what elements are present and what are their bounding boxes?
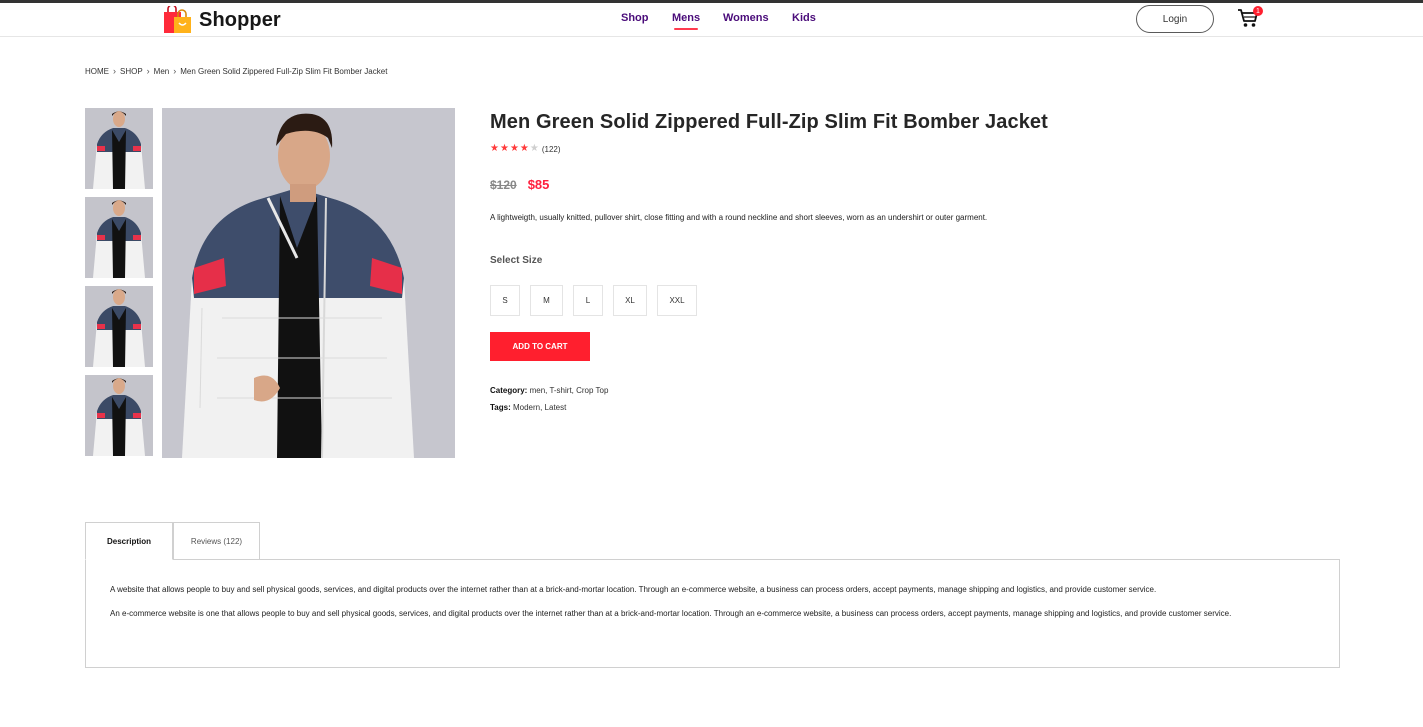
add-to-cart-button[interactable]: ADD TO CART <box>490 332 590 361</box>
product-short-description: A lightweigth, usually knitted, pullover… <box>490 213 988 222</box>
nav-link-womens[interactable]: Womens <box>723 12 769 24</box>
star-filled-icon: ★ <box>490 143 499 154</box>
product-title: Men Green Solid Zippered Full-Zip Slim F… <box>490 111 1048 133</box>
star-filled-icon: ★ <box>519 143 529 154</box>
breadcrumb-home[interactable]: HOME <box>85 67 109 76</box>
thumbnail-list <box>85 108 153 464</box>
nav-link-shop[interactable]: Shop <box>621 12 649 24</box>
size-label: Select Size <box>490 255 543 266</box>
tab-reviews[interactable]: Reviews (122) <box>173 522 260 560</box>
description-paragraph: An e-commerce website is one that allows… <box>110 609 1232 618</box>
description-paragraph: A website that allows people to buy and … <box>110 585 1157 594</box>
size-option-xl[interactable]: XL <box>613 285 647 316</box>
nav-link-mens[interactable]: Mens <box>672 12 700 30</box>
tags-value[interactable]: Modern, Latest <box>513 403 566 412</box>
thumbnail-image[interactable] <box>85 375 153 456</box>
old-price: $120 <box>490 178 517 192</box>
product-main-image[interactable] <box>162 108 455 458</box>
chevron-right-icon: › <box>146 66 150 76</box>
navbar: Shopper Shop Mens Womens Kids Login 1 <box>0 3 1423 37</box>
size-option-l[interactable]: L <box>573 285 603 316</box>
breadcrumb: HOME › SHOP › Men › Men Green Solid Zipp… <box>85 66 387 76</box>
breadcrumb-men[interactable]: Men <box>154 67 170 76</box>
login-button[interactable]: Login <box>1136 5 1214 33</box>
category-value[interactable]: men, T-shirt, Crop Top <box>530 386 609 395</box>
chevron-right-icon: › <box>173 66 177 76</box>
tags-label: Tags: <box>490 403 511 412</box>
tab-description[interactable]: Description <box>85 522 173 560</box>
cart-count-badge: 1 <box>1253 6 1263 16</box>
product-category: Category: men, T-shirt, Crop Top <box>490 386 608 395</box>
nav-link-kids[interactable]: Kids <box>792 12 816 24</box>
thumbnail-image[interactable] <box>85 286 153 367</box>
category-label: Category: <box>490 386 528 395</box>
breadcrumb-current: Men Green Solid Zippered Full-Zip Slim F… <box>180 66 388 76</box>
product-tags: Tags: Modern, Latest <box>490 403 566 412</box>
description-panel: A website that allows people to buy and … <box>85 559 1340 668</box>
chevron-right-icon: › <box>113 66 116 76</box>
size-selector: S M L XL XXL <box>490 285 707 316</box>
thumbnail-image[interactable] <box>85 108 153 189</box>
star-empty-icon: ★ <box>529 143 539 154</box>
size-option-xxl[interactable]: XXL <box>657 285 697 316</box>
thumbnail-image[interactable] <box>85 197 153 278</box>
breadcrumb-shop[interactable]: SHOP <box>120 67 143 76</box>
cart-icon <box>1237 9 1259 33</box>
size-option-m[interactable]: M <box>530 285 563 316</box>
sale-price: $85 <box>527 177 550 192</box>
size-option-s[interactable]: S <box>490 285 520 316</box>
star-filled-icon: ★ <box>509 143 519 154</box>
price-block: $120 $85 <box>490 177 549 192</box>
star-filled-icon: ★ <box>499 143 509 154</box>
cart-button[interactable]: 1 <box>1237 6 1263 33</box>
product-tabs: Description Reviews (122) <box>85 522 260 560</box>
product-rating: ★ ★ ★ ★ ★ (122) <box>490 144 561 154</box>
rating-count[interactable]: (122) <box>542 145 561 154</box>
rating-stars: ★ ★ ★ ★ ★ <box>490 144 540 154</box>
